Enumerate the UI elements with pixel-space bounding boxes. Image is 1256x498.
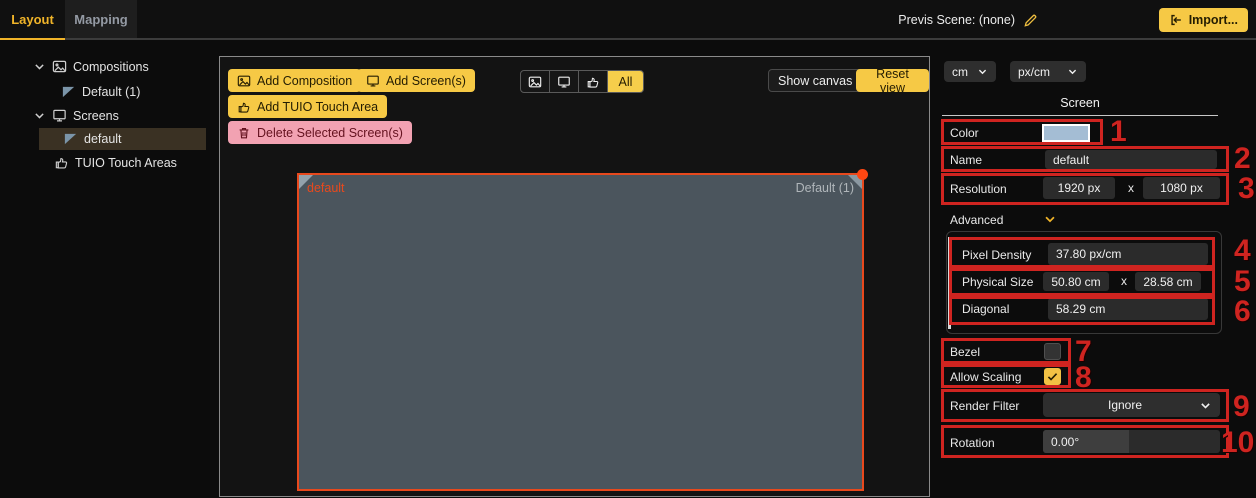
annotation-box-5 [949,268,1215,296]
filter-tuio-button[interactable] [579,71,608,92]
sidebar-item-default-composition[interactable]: Default (1) [61,81,140,102]
composition-badge: Default (1) [796,181,854,195]
section-divider [942,115,1218,116]
advanced-section-toggle[interactable]: Advanced [950,213,1003,227]
button-label: Add TUIO Touch Area [257,100,378,114]
import-button[interactable]: Import... [1159,8,1248,32]
sidebar-item-screens[interactable]: Screens [33,105,119,126]
reset-view-button[interactable]: Reset view [856,69,929,92]
chevron-down-icon [977,66,988,77]
tab-layout[interactable]: Layout [0,0,65,38]
annotation-box-4 [949,237,1215,268]
filter-all-button[interactable]: All [608,71,643,92]
sidebar-item-label: Screens [73,109,119,123]
sidebar-item-compositions[interactable]: Compositions [33,56,149,77]
composition-icon [52,59,67,74]
thumb-icon [54,155,69,170]
annotation-number-3: 3 [1238,174,1255,204]
trash-icon [237,126,251,140]
button-label: Delete Selected Screen(s) [257,126,403,140]
annotation-number-6: 6 [1234,297,1251,327]
sidebar-item-default-screen[interactable]: default [63,128,122,149]
chevron-down-icon [1067,66,1078,77]
annotation-number-10: 10 [1221,428,1254,458]
annotation-number-2: 2 [1234,144,1251,174]
application-window: Layout Mapping Previs Scene: (none) Impo… [0,0,1256,498]
sidebar-item-tuio-touch-areas[interactable]: TUIO Touch Areas [54,152,177,173]
annotation-box-7 [941,338,1071,364]
layout-canvas-panel[interactable]: Add Composition Add Screen(s) Add TUIO T… [219,56,930,497]
inspector-section-title: Screen [942,96,1218,110]
chevron-down-icon[interactable] [1043,212,1057,226]
add-tuio-touch-area-button[interactable]: Add TUIO Touch Area [228,95,387,118]
import-icon [1169,13,1183,27]
screen-name-label: default [307,181,345,195]
selected-unit: px/cm [1018,65,1050,79]
annotation-number-4: 4 [1234,236,1251,266]
screen-object-default[interactable]: default Default (1) [297,173,864,491]
filter-screens-button[interactable] [550,71,579,92]
annotation-box-10 [941,425,1229,458]
filter-compositions-button[interactable] [521,71,550,92]
annotation-box-6 [949,296,1215,325]
selected-unit: cm [952,65,968,79]
show-canvas-button[interactable]: Show canvas [768,69,862,92]
edit-pencil-icon[interactable] [1023,13,1038,28]
annotation-number-9: 9 [1233,392,1250,422]
annotation-number-5: 5 [1234,267,1251,297]
annotation-box-2 [941,146,1229,172]
screen-type-filter-group: All [520,70,644,93]
annotation-box-8 [941,364,1071,388]
add-screens-button[interactable]: Add Screen(s) [357,69,475,92]
sidebar-item-label: Default (1) [82,85,140,99]
chevron-down-icon[interactable] [33,109,46,122]
button-label: Show canvas [778,74,852,88]
tab-mapping[interactable]: Mapping [65,0,137,38]
previs-scene-label: Previs Scene: (none) [898,13,1015,27]
composition-icon [237,74,251,88]
screen-icon [557,75,571,89]
chevron-down-icon[interactable] [33,60,46,73]
screen-icon [366,74,380,88]
screen-triangle-icon [63,131,78,146]
thumb-icon [237,100,251,114]
sidebar-item-label: default [84,132,122,146]
resize-handle[interactable] [857,169,868,180]
sidebar-item-label: Compositions [73,60,149,74]
tab-bar-divider [0,38,1256,40]
button-label: Add Screen(s) [386,74,466,88]
button-label: Reset view [865,67,920,95]
add-composition-button[interactable]: Add Composition [228,69,361,92]
annotation-number-1: 1 [1110,117,1127,147]
previs-scene-area: Previs Scene: (none) [898,0,1038,40]
unit-select-px-cm[interactable]: px/cm [1010,61,1086,82]
annotation-box-1 [941,119,1103,145]
thumb-icon [586,75,600,89]
composition-triangle-icon [61,84,76,99]
screen-icon [52,108,67,123]
top-bar: Layout Mapping Previs Scene: (none) Impo… [0,0,1256,40]
unit-select-cm[interactable]: cm [944,61,996,82]
composition-icon [528,75,542,89]
delete-selected-screens-button[interactable]: Delete Selected Screen(s) [228,121,412,144]
import-label: Import... [1189,13,1238,27]
sidebar-item-label: TUIO Touch Areas [75,156,177,170]
annotation-box-3 [941,173,1229,205]
active-tab-indicator [0,38,65,40]
button-label: Add Composition [257,74,352,88]
annotation-number-8: 8 [1075,363,1092,393]
